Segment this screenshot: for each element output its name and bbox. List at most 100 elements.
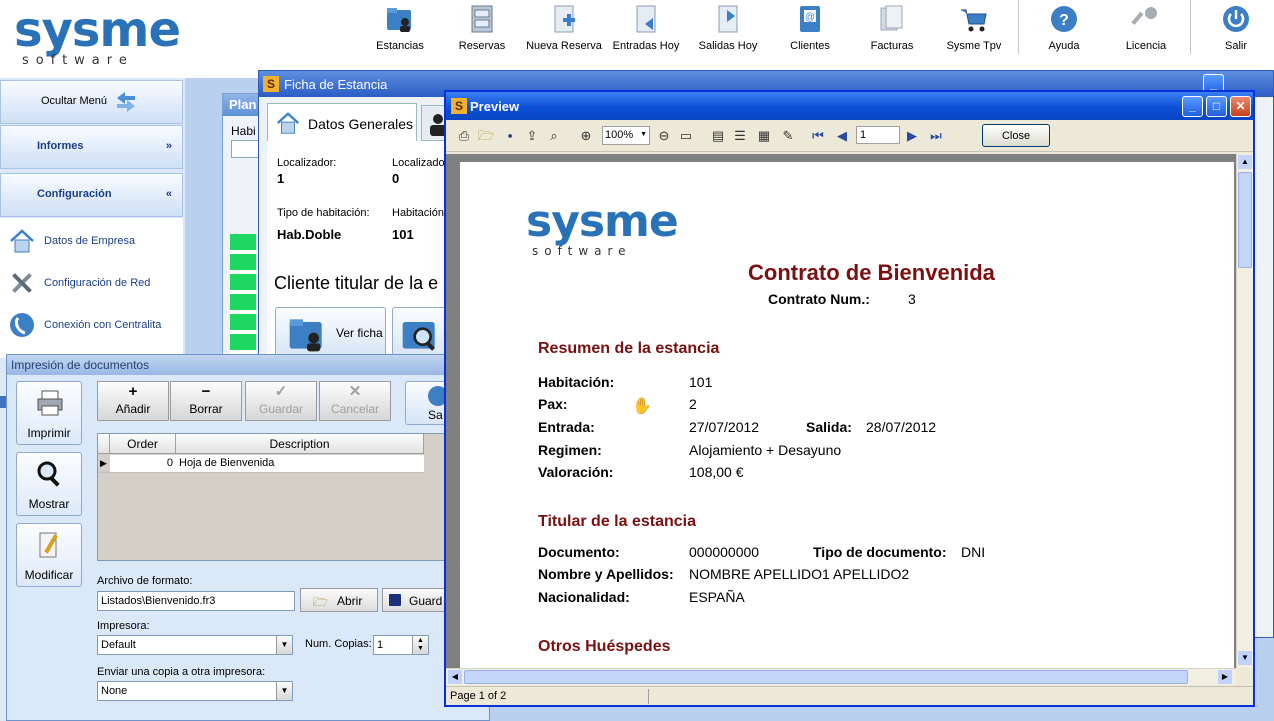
buscar-cliente-button[interactable] bbox=[392, 307, 452, 357]
power-icon bbox=[1223, 6, 1249, 32]
document-out-icon bbox=[718, 5, 738, 33]
nav-item-centralita[interactable]: Conexión con Centralita bbox=[6, 309, 181, 343]
print-icon[interactable]: ⎙ bbox=[456, 128, 472, 144]
toolbar-label: Facturas bbox=[870, 40, 914, 52]
outline-icon[interactable]: ☰ bbox=[732, 128, 748, 144]
toolbar-ayuda-button[interactable]: ? Ayuda bbox=[1023, 4, 1105, 58]
scroll-left-icon[interactable]: ◀ bbox=[448, 670, 462, 684]
grid-indicator-header bbox=[98, 434, 110, 454]
nav-informes[interactable]: Informes » bbox=[0, 125, 183, 169]
nav-configuracion[interactable]: Configuración « bbox=[0, 173, 183, 217]
spin-arrows-icon[interactable]: ▲ ▼ bbox=[412, 636, 428, 654]
grid-cell-description[interactable]: Hoja de Bienvenida bbox=[176, 455, 424, 473]
toolbar-salidas-hoy-button[interactable]: Salidas Hoy bbox=[687, 4, 769, 58]
horizontal-scroll-thumb[interactable] bbox=[464, 670, 1188, 684]
report-logo-text: sysme bbox=[526, 196, 679, 247]
hide-menu-button[interactable]: Ocultar Menú bbox=[0, 80, 183, 124]
grid-cell-order[interactable]: 0 bbox=[110, 455, 176, 473]
toolbar-estancias-button[interactable]: Estancias bbox=[359, 4, 441, 58]
zoom-out-icon[interactable]: ⊖ bbox=[656, 128, 672, 144]
guardar-formato-button[interactable]: Guard bbox=[382, 588, 448, 612]
full-screen-icon[interactable]: ▭ bbox=[678, 128, 694, 144]
num-copias-label: Num. Copias: bbox=[305, 638, 372, 650]
edit-icon[interactable]: ✎ bbox=[780, 128, 796, 144]
save-icon[interactable]: ▪ bbox=[502, 128, 518, 144]
imprimir-button[interactable]: Imprimir bbox=[16, 381, 82, 445]
chevron-down-icon[interactable]: ▼ bbox=[276, 682, 292, 700]
entrada-label: Entrada: bbox=[538, 419, 595, 435]
chevron-down-icon: » bbox=[165, 140, 172, 152]
guardar-label: Guardar bbox=[258, 402, 304, 416]
abrir-button[interactable]: 🗁 Abrir bbox=[300, 588, 378, 612]
preview-window: S Preview _ □ ✕ ⎙ 🗁 ▪ ⇪ ⌕ ⊕ 100% ▼ ⊖ ▭ ▤… bbox=[444, 90, 1255, 707]
svg-text:?: ? bbox=[1059, 12, 1069, 29]
toolbar-reservas-button[interactable]: Reservas bbox=[441, 4, 523, 58]
grid-header-description[interactable]: Description bbox=[176, 434, 424, 454]
last-page-icon[interactable]: ⏭ bbox=[928, 128, 944, 144]
scroll-down-icon[interactable]: ▼ bbox=[1238, 651, 1252, 665]
toolbar-clientes-button[interactable]: @ Clientes bbox=[769, 4, 851, 58]
folder-user-icon bbox=[387, 8, 411, 32]
key-icon bbox=[1131, 7, 1157, 25]
nav-item-configuracion-red[interactable]: Configuración de Red bbox=[6, 267, 181, 301]
guardar-button[interactable]: ✓ Guardar bbox=[245, 381, 317, 421]
close-preview-button[interactable]: Close bbox=[982, 124, 1050, 147]
preview-horizontal-scrollbar[interactable]: ◀ ▶ bbox=[446, 668, 1236, 685]
toolbar-sysme-tpv-button[interactable]: Sysme Tpv bbox=[933, 4, 1015, 58]
mostrar-button[interactable]: Mostrar bbox=[16, 452, 82, 516]
preview-vertical-scrollbar[interactable]: ▲ ▼ bbox=[1236, 154, 1253, 668]
toolbar-salir-button[interactable]: Salir bbox=[1195, 4, 1274, 58]
impresion-titlebar: Impresión de documentos bbox=[7, 355, 489, 375]
toolbar-facturas-button[interactable]: Facturas bbox=[851, 4, 933, 58]
page-status-text: Page 1 of 2 bbox=[450, 690, 507, 702]
thumbnails-icon[interactable]: ▦ bbox=[756, 128, 772, 144]
copia-impresora-select[interactable]: None ▼ bbox=[97, 681, 293, 701]
chevron-down-icon[interactable]: ▼ bbox=[276, 636, 292, 654]
localizador2-label: Localizador bbox=[392, 157, 449, 169]
salir-button[interactable]: Sa bbox=[405, 381, 449, 425]
modificar-button[interactable]: Modificar bbox=[16, 523, 82, 587]
anadir-button[interactable]: + Añadir bbox=[97, 381, 169, 421]
toolbar-label: Salir bbox=[1224, 40, 1247, 52]
page-setup-icon[interactable]: ▤ bbox=[710, 128, 726, 144]
toolbar-nueva-reserva-button[interactable]: Nueva Reserva bbox=[523, 4, 605, 58]
ver-ficha-button[interactable]: Ver ficha bbox=[275, 307, 386, 357]
scroll-right-icon[interactable]: ▶ bbox=[1218, 670, 1232, 684]
toolbar-separator bbox=[1190, 0, 1191, 54]
localizador2-value: 0 bbox=[392, 171, 400, 186]
nav-informes-label: Informes bbox=[37, 140, 84, 152]
vertical-scroll-thumb[interactable] bbox=[1238, 172, 1252, 268]
toolbar-label: Estancias bbox=[376, 40, 424, 52]
habitacion-value: 101 bbox=[689, 374, 713, 390]
borrar-button[interactable]: − Borrar bbox=[170, 381, 242, 421]
toolbar-licencia-button[interactable]: Licencia bbox=[1105, 4, 1187, 58]
documents-grid: Order Description ▶ 0 Hoja de Bienvenida bbox=[97, 433, 447, 561]
find-icon[interactable]: ⌕ bbox=[546, 128, 562, 144]
zoom-in-icon[interactable]: ⊕ bbox=[578, 128, 594, 144]
preview-minimize-button[interactable]: _ bbox=[1182, 96, 1203, 117]
toolbar-entradas-hoy-button[interactable]: Entradas Hoy bbox=[605, 4, 687, 58]
export-icon[interactable]: ⇪ bbox=[524, 128, 540, 144]
previous-page-icon[interactable]: ◀ bbox=[834, 128, 850, 144]
page-number-input[interactable]: 1 bbox=[856, 126, 900, 144]
tab-datos-generales[interactable]: Datos Generales bbox=[267, 103, 417, 141]
preview-maximize-button[interactable]: □ bbox=[1206, 96, 1227, 117]
cancelar-button[interactable]: ✕ Cancelar bbox=[319, 381, 391, 421]
archivo-formato-input[interactable]: Listados\Bienvenido.fr3 bbox=[97, 591, 295, 611]
contrato-num-value: 3 bbox=[908, 291, 916, 307]
impresora-select[interactable]: Default ▼ bbox=[97, 635, 293, 655]
scroll-up-icon[interactable]: ▲ bbox=[1238, 155, 1252, 169]
preview-close-window-button[interactable]: ✕ bbox=[1230, 96, 1251, 117]
open-icon[interactable]: 🗁 bbox=[478, 128, 494, 144]
nav-item-label: Conexión con Centralita bbox=[44, 319, 162, 331]
next-page-icon[interactable]: ▶ bbox=[904, 128, 920, 144]
copia-impresora-value: None bbox=[101, 685, 128, 697]
nav-item-datos-empresa[interactable]: Datos de Empresa bbox=[6, 225, 181, 259]
check-icon: ✓ bbox=[274, 383, 288, 400]
num-copias-stepper[interactable]: 1 ▲ ▼ bbox=[373, 635, 429, 655]
impresora-label: Impresora: bbox=[97, 620, 150, 632]
grid-header-order[interactable]: Order bbox=[110, 434, 176, 454]
zoom-select[interactable]: 100% ▼ bbox=[602, 126, 650, 145]
first-page-icon[interactable]: ⏮ bbox=[810, 128, 826, 144]
cancelar-label: Cancelar bbox=[330, 402, 380, 416]
